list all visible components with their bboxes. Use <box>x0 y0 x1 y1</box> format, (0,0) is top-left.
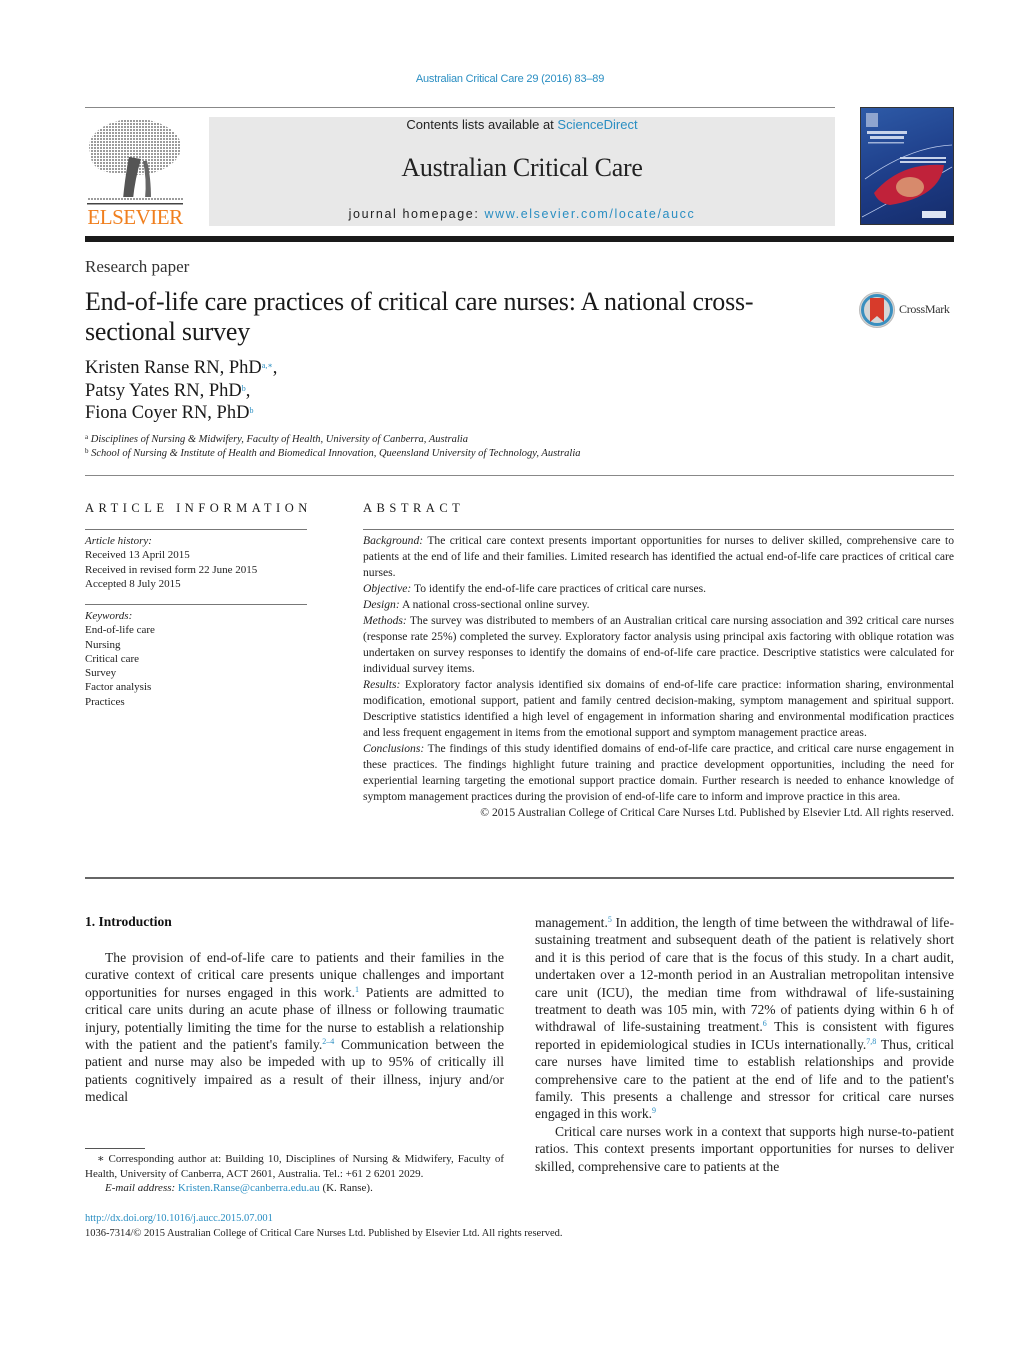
article-info-heading: ARTICLE INFORMATION <box>85 501 312 515</box>
elsevier-logo[interactable]: ELSEVIER <box>85 117 185 229</box>
divider <box>363 529 954 530</box>
abstract-section-label: Background: <box>363 534 424 547</box>
history-item: Received in revised form 22 June 2015 <box>85 563 258 576</box>
keyword: Nursing <box>85 638 121 651</box>
abstract-section: Methods: The survey was distributed to m… <box>363 613 954 677</box>
journal-homepage-link[interactable]: www.elsevier.com/locate/aucc <box>484 207 695 221</box>
contents-prefix: Contents lists available at <box>406 117 558 132</box>
abstract-heading: ABSTRACT <box>363 501 465 515</box>
history-label: Article history: <box>85 535 152 547</box>
introduction-heading: 1. Introduction <box>85 914 172 929</box>
divider <box>85 529 307 530</box>
affiliation: b School of Nursing & Institute of Healt… <box>85 447 581 461</box>
citation-link[interactable]: 7,8 <box>866 1037 876 1046</box>
author-marks[interactable]: b <box>249 406 253 415</box>
abstract-section-label: Design: <box>363 598 400 611</box>
abstract-section: Design: A national cross-sectional onlin… <box>363 597 954 613</box>
corresponding-author-note: ∗ Corresponding author at: Building 10, … <box>85 1153 504 1180</box>
body-column-right: management.5 In addition, the length of … <box>535 914 954 1175</box>
keyword: Factor analysis <box>85 681 152 694</box>
divider <box>85 475 954 476</box>
body-paragraph: management.5 In addition, the length of … <box>535 914 954 1123</box>
article-history: Article history: Received 13 April 2015 … <box>85 534 257 591</box>
keywords-label: Keywords: <box>85 610 133 622</box>
email-label: E-mail address: <box>105 1182 176 1194</box>
abstract-section: Objective: To identify the end-of-life c… <box>363 581 954 597</box>
email-suffix: (K. Ranse). <box>319 1182 373 1194</box>
email-link[interactable]: Kristen.Ranse@canberra.edu.au <box>178 1182 320 1194</box>
journal-cover-image[interactable] <box>860 107 954 225</box>
footnote: ∗ Corresponding author at: Building 10, … <box>85 1152 504 1196</box>
citation-link[interactable]: 2–4 <box>322 1037 334 1046</box>
keyword: Critical care <box>85 652 140 665</box>
sciencedirect-link[interactable]: ScienceDirect <box>557 117 637 132</box>
author-separator: , <box>245 380 251 401</box>
affiliation: a Disciplines of Nursing & Midwifery, Fa… <box>85 433 581 447</box>
body-paragraph: Critical care nurses work in a context t… <box>535 1123 954 1174</box>
abstract-section-label: Methods: <box>363 614 407 627</box>
keyword: End-of-life care <box>85 624 155 637</box>
body-text: In addition, the length of time between … <box>535 915 954 1035</box>
keywords: Keywords: End-of-life care Nursing Criti… <box>85 609 155 709</box>
author-marks[interactable]: a,∗ <box>262 361 273 370</box>
abstract-section-label: Results: <box>363 678 401 691</box>
history-item: Received 13 April 2015 <box>85 549 190 562</box>
crossmark-label: CrossMark <box>899 302 950 316</box>
email-line: E-mail address: Kristen.Ranse@canberra.e… <box>85 1181 504 1196</box>
crossmark-button[interactable]: CrossMark <box>858 291 958 331</box>
article-title: End-of-life care practices of critical c… <box>85 287 754 346</box>
divider <box>85 604 307 605</box>
abstract-section-text: The critical care context presents impor… <box>363 534 954 579</box>
contents-line: Contents lists available at ScienceDirec… <box>209 117 835 132</box>
body-column-left: The provision of end-of-life care to pat… <box>85 949 504 1106</box>
homepage-prefix: journal homepage: <box>348 207 485 221</box>
affiliation-mark: b <box>85 447 89 455</box>
abstract-section: Conclusions: The findings of this study … <box>363 741 954 805</box>
header-thick-rule <box>85 236 954 242</box>
author: Patsy Yates RN, PhDb, <box>85 380 277 403</box>
author-separator: , <box>272 358 278 378</box>
abstract-section-label: Conclusions: <box>363 742 425 755</box>
affiliation-mark: a <box>85 433 89 441</box>
elsevier-wordmark: ELSEVIER <box>87 205 183 229</box>
abstract-copyright: © 2015 Australian College of Critical Ca… <box>480 806 954 819</box>
header-rule <box>85 107 835 108</box>
doi-link[interactable]: http://dx.doi.org/10.1016/j.aucc.2015.07… <box>85 1212 562 1227</box>
author-list: Kristen Ranse RN, PhDa,∗, Patsy Yates RN… <box>85 357 277 425</box>
author-name[interactable]: Patsy Yates RN, PhD <box>85 381 242 401</box>
homepage-line: journal homepage: www.elsevier.com/locat… <box>209 207 835 221</box>
section-divider <box>85 877 954 879</box>
author-name[interactable]: Kristen Ranse RN, PhD <box>85 358 262 378</box>
abstract-section-label: Objective: <box>363 582 412 595</box>
history-item: Accepted 8 July 2015 <box>85 577 181 590</box>
author: Fiona Coyer RN, PhDb <box>85 402 277 425</box>
citation-link[interactable]: 9 <box>652 1106 656 1115</box>
abstract-section: Background: The critical care context pr… <box>363 533 954 581</box>
abstract-section-text: The survey was distributed to members of… <box>363 614 954 675</box>
affiliation-text: School of Nursing & Institute of Health … <box>91 448 581 459</box>
issn-copyright: 1036-7314/© 2015 Australian College of C… <box>85 1227 563 1239</box>
cover-artwork-icon <box>861 113 953 218</box>
journal-name: Australian Critical Care <box>401 153 643 182</box>
journal-banner: Contents lists available at ScienceDirec… <box>209 117 835 226</box>
affiliations: a Disciplines of Nursing & Midwifery, Fa… <box>85 433 581 461</box>
author-name[interactable]: Fiona Coyer RN, PhD <box>85 403 249 423</box>
body-text: management. <box>535 915 608 930</box>
keyword: Survey <box>85 667 117 680</box>
abstract-section-text: Exploratory factor analysis identified s… <box>363 678 954 739</box>
author: Kristen Ranse RN, PhDa,∗, <box>85 357 277 380</box>
abstract-section: Results: Exploratory factor analysis ide… <box>363 677 954 741</box>
doi-block: http://dx.doi.org/10.1016/j.aucc.2015.07… <box>85 1212 562 1241</box>
journal-citation-link[interactable]: Australian Critical Care 29 (2016) 83–89 <box>0 73 1020 85</box>
affiliation-text: Disciplines of Nursing & Midwifery, Facu… <box>90 434 468 445</box>
keyword: Practices <box>85 695 125 708</box>
footnote-rule <box>85 1148 145 1149</box>
crossmark-icon <box>859 292 895 328</box>
article-type: Research paper <box>85 257 190 276</box>
abstract-body: Background: The critical care context pr… <box>363 533 954 821</box>
body-paragraph: The provision of end-of-life care to pat… <box>85 949 504 1106</box>
abstract-section-text: To identify the end-of-life care practic… <box>411 582 707 595</box>
abstract-section-text: The findings of this study identified do… <box>363 742 954 803</box>
abstract-section-text: A national cross-sectional online survey… <box>399 598 590 611</box>
